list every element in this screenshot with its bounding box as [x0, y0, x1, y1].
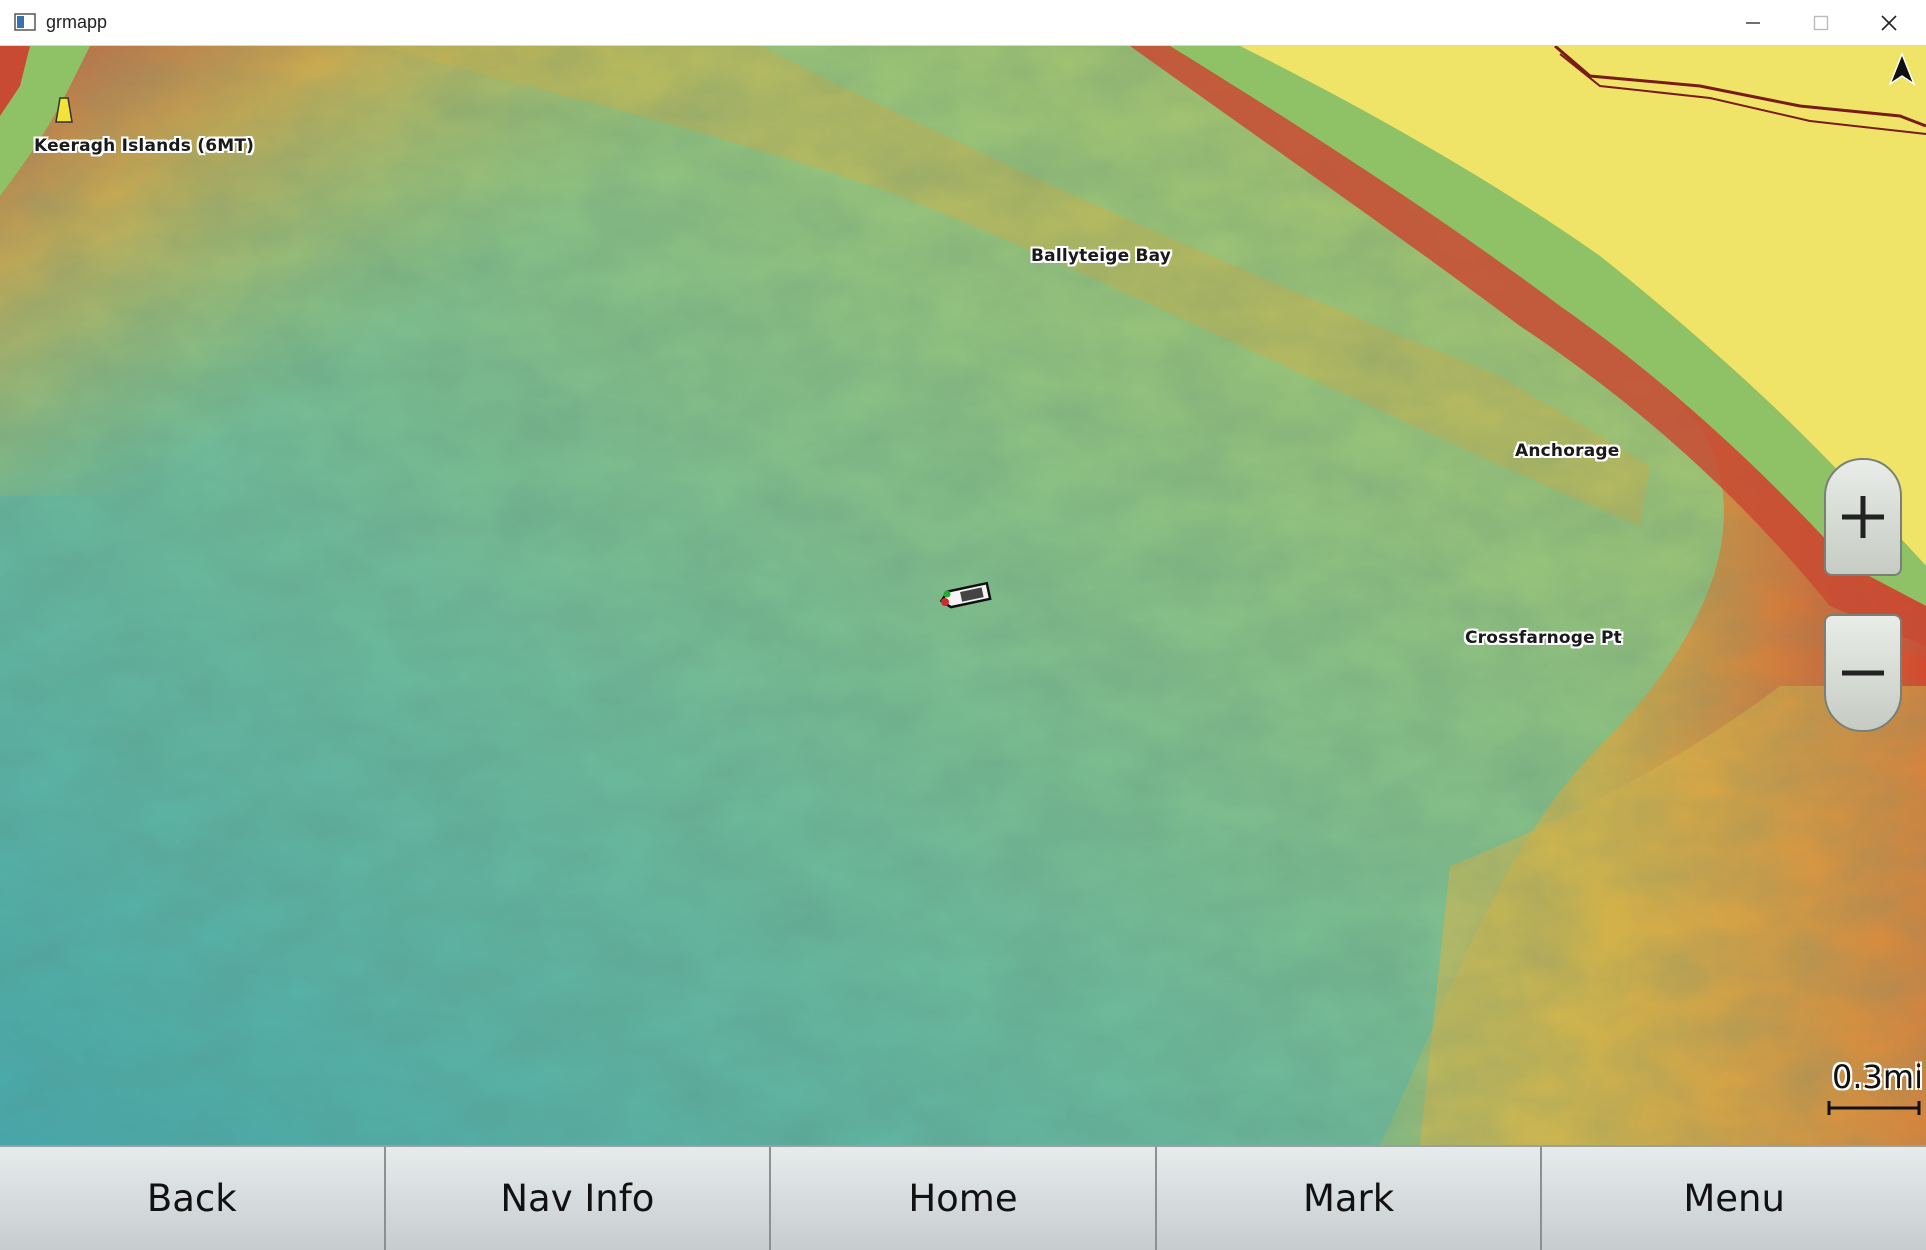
window-title: grmapp	[46, 12, 108, 32]
boat-icon[interactable]	[935, 576, 995, 616]
nav-info-button[interactable]: Nav Info	[385, 1147, 772, 1250]
label-anchorage[interactable]: Anchorage	[1515, 441, 1619, 461]
menu-button[interactable]: Menu	[1542, 1147, 1926, 1250]
back-button[interactable]: Back	[0, 1147, 386, 1250]
mark-button[interactable]: Mark	[1156, 1147, 1543, 1250]
label-ballyteige-bay[interactable]: Ballyteige Bay	[1031, 246, 1171, 266]
app-window-icon	[14, 13, 36, 31]
zoom-out-button[interactable]	[1824, 614, 1902, 732]
bottom-toolbar: Back Nav Info Home Mark Menu	[0, 1145, 1926, 1250]
label-crossfarnoge-pt[interactable]: Crossfarnoge Pt	[1465, 628, 1622, 648]
window-titlebar: grmapp	[0, 0, 1926, 46]
minimize-button[interactable]	[1720, 0, 1786, 46]
close-icon	[1881, 15, 1897, 31]
zoom-in-button[interactable]	[1824, 458, 1902, 576]
close-button[interactable]	[1856, 0, 1922, 46]
north-arrow-icon[interactable]	[1888, 52, 1916, 86]
minimize-icon	[1746, 22, 1760, 24]
map-scale-label: 0.3mi	[1832, 1058, 1923, 1096]
home-button[interactable]: Home	[771, 1147, 1157, 1250]
maximize-icon	[1813, 15, 1829, 31]
plus-icon	[1842, 496, 1884, 538]
label-keeragh-islands[interactable]: Keeragh Islands (6MT)	[34, 136, 254, 156]
maximize-button[interactable]	[1788, 0, 1854, 46]
buoy-icon[interactable]	[52, 92, 76, 124]
minus-icon	[1842, 670, 1884, 676]
chart-map[interactable]: Keeragh Islands (6MT) Ballyteige Bay Anc…	[0, 46, 1926, 1145]
map-scale-bar	[1827, 1101, 1921, 1115]
